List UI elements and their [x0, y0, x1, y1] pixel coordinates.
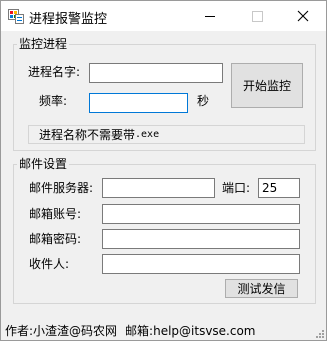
mail-server-input[interactable] — [102, 178, 215, 198]
process-name-input[interactable] — [89, 63, 223, 83]
maximize-icon — [251, 10, 263, 22]
process-hint-text: 进程名称不需要带 — [39, 128, 136, 142]
minimize-button[interactable] — [187, 1, 233, 31]
mail-account-input[interactable] — [102, 204, 300, 224]
title-bar[interactable]: 进程报警监控 — [1, 1, 326, 31]
mail-password-input[interactable] — [102, 229, 300, 249]
close-icon — [297, 10, 309, 22]
mail-server-label: 邮件服务器: — [29, 181, 94, 195]
mail-group-legend: 邮件设置 — [19, 157, 68, 171]
recipient-input[interactable] — [102, 254, 300, 274]
test-send-button[interactable]: 测试发信 — [225, 279, 298, 298]
maximize-button[interactable] — [234, 1, 280, 31]
recipient-label: 收件人: — [29, 257, 70, 271]
mail-account-label: 邮箱账号: — [29, 207, 82, 221]
minimize-icon — [205, 15, 215, 17]
frequency-input[interactable] — [89, 93, 188, 113]
process-name-label: 进程名字: — [28, 65, 81, 79]
app-window: 进程报警监控 监控进程 进程名字: 频率: 秒 开始监控 进程名称不需要带 .e… — [0, 0, 327, 341]
status-bar: 作者:小渣渣@码农网 邮箱:help@itsvse.com — [5, 322, 256, 339]
frequency-label: 频率: — [39, 94, 68, 108]
monitor-group-legend: 监控进程 — [19, 37, 68, 51]
start-monitor-button-label: 开始监控 — [242, 79, 291, 93]
process-hint-extension: .exe — [135, 129, 160, 140]
window-title: 进程报警监控 — [29, 12, 108, 27]
frequency-unit-label: 秒 — [197, 94, 210, 108]
port-label: 端口: — [222, 181, 251, 195]
contact-email: 邮箱:help@itsvse.com — [125, 324, 256, 338]
process-hint-box: 进程名称不需要带 .exe — [28, 125, 305, 144]
close-button[interactable] — [280, 1, 326, 31]
app-window-icon — [8, 9, 24, 24]
mail-password-label: 邮箱密码: — [29, 232, 82, 246]
port-input[interactable] — [258, 178, 300, 198]
test-send-button-label: 测试发信 — [237, 282, 286, 296]
resize-grip-icon[interactable] — [315, 329, 325, 339]
start-monitor-button[interactable]: 开始监控 — [231, 63, 303, 108]
author-info: 作者:小渣渣@码农网 — [5, 324, 118, 338]
